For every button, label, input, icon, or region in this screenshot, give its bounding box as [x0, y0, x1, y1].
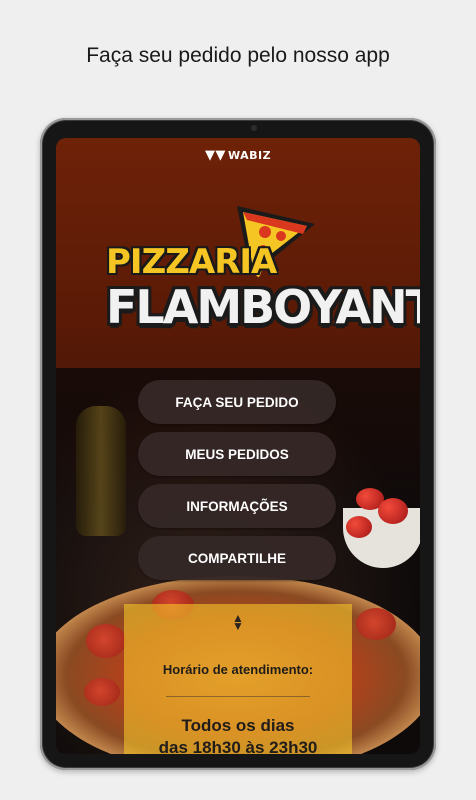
opening-hours-panel: ▲ ▼ Horário de atendimento: Todos os dias…: [124, 604, 352, 754]
hours-time: das 18h30 às 23h30: [158, 738, 318, 754]
pepperoni-image: [86, 624, 126, 658]
app-screen: ▼▼ WABIZ PIZZARIA FLAMBOYANT FAÇA SEU PED…: [56, 138, 420, 754]
oil-bottle-image: [76, 406, 126, 536]
camera-icon: [251, 125, 257, 131]
hours-divider: [166, 696, 310, 697]
expand-collapse-icon[interactable]: ▲ ▼: [124, 612, 352, 632]
logo-line-pizzaria: PIZZARIA: [106, 242, 277, 282]
order-button[interactable]: FAÇA SEU PEDIDO: [138, 380, 336, 424]
promo-caption: Faça seu pedido pelo nosso app: [86, 44, 390, 67]
share-button[interactable]: COMPARTILHE: [138, 536, 336, 580]
tablet-frame: ▼▼ WABIZ PIZZARIA FLAMBOYANT FAÇA SEU PED…: [40, 118, 436, 770]
brand-header: ▼▼ WABIZ: [56, 148, 420, 163]
info-button[interactable]: INFORMAÇÕES: [138, 484, 336, 528]
pepperoni-image: [84, 678, 120, 706]
hours-label: Horário de atendimento:: [162, 662, 314, 677]
chili-image: [378, 498, 408, 524]
my-orders-button[interactable]: MEUS PEDIDOS: [138, 432, 336, 476]
chili-image: [346, 516, 372, 538]
logo-line-flamboyant: FLAMBOYANT: [106, 280, 420, 334]
pepperoni-image: [356, 608, 396, 640]
wabiz-logo-icon: ▼▼: [204, 148, 226, 163]
hours-days: Todos os dias: [181, 716, 295, 735]
brand-name: WABIZ: [227, 149, 272, 162]
